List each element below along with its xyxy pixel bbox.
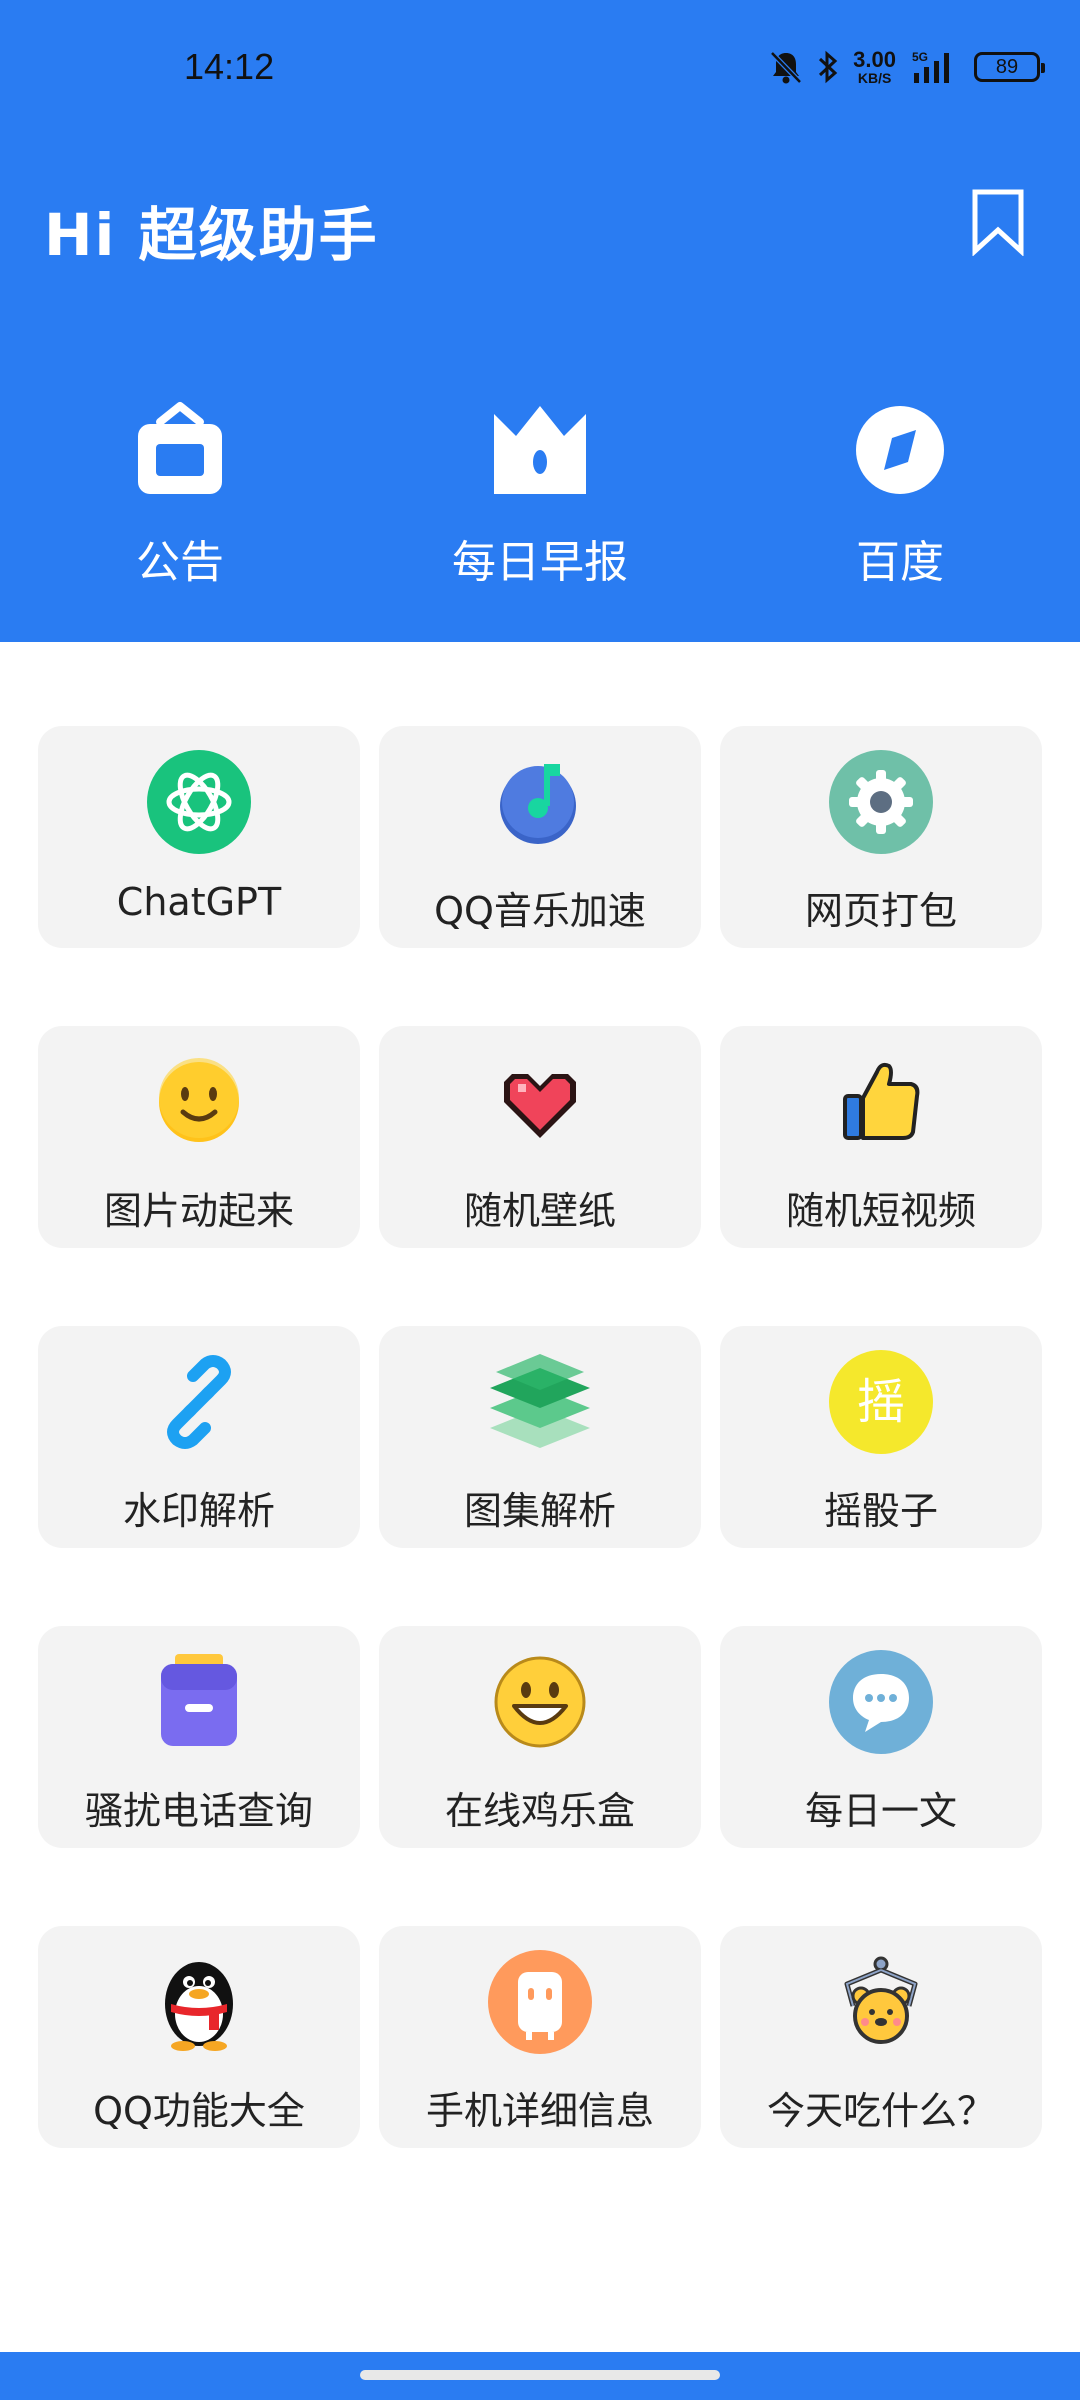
- tool-card-random-wallpaper[interactable]: 随机壁纸: [379, 1026, 701, 1248]
- tool-card-watermark[interactable]: 水印解析: [38, 1326, 360, 1548]
- chatgpt-icon: [147, 750, 251, 854]
- bookmark-icon[interactable]: [970, 188, 1026, 256]
- top-action-baidu[interactable]: 百度: [770, 400, 1030, 600]
- status-time: 14:12: [184, 46, 275, 87]
- shake-icon: 摇: [829, 1350, 933, 1454]
- claw-machine-bear-icon: [844, 1956, 918, 2044]
- tool-card-spam-call[interactable]: 骚扰电话查询: [38, 1626, 360, 1848]
- status-icons: 3.00 KB/S 5G 89: [769, 44, 1045, 90]
- svg-text:5G: 5G: [912, 50, 928, 64]
- compass-icon: [856, 406, 944, 494]
- tool-label: 在线鸡乐盒: [444, 1789, 635, 1833]
- tool-label: ChatGPT: [116, 880, 282, 924]
- top-action-label: 百度: [856, 537, 944, 588]
- status-bar: 14:12 3.00 KB/S 5G 89: [0, 0, 1080, 140]
- tool-label: 手机详细信息: [425, 2089, 654, 2133]
- tool-label: QQ功能大全: [93, 2089, 305, 2133]
- network-speed: 3.00 KB/S: [853, 47, 896, 86]
- tool-card-random-video[interactable]: 随机短视频: [720, 1026, 1042, 1248]
- mute-bell-icon: [770, 51, 802, 84]
- chat-bubble-icon: [829, 1650, 933, 1754]
- tool-card-gallery[interactable]: 图集解析: [379, 1326, 701, 1548]
- top-action-label: 每日早报: [452, 537, 628, 588]
- tool-card-qq-features[interactable]: QQ功能大全: [38, 1926, 360, 2148]
- tool-card-qq-music[interactable]: QQ音乐加速: [379, 726, 701, 948]
- tool-label: 网页打包: [804, 889, 957, 933]
- home-indicator[interactable]: [360, 2370, 720, 2380]
- tool-label: 随机短视频: [785, 1189, 976, 1233]
- thumbs-up-icon: [843, 1062, 920, 1140]
- phone-info-icon: [488, 1950, 592, 2054]
- tool-label: QQ音乐加速: [434, 889, 646, 933]
- shake-icon-text: 摇: [857, 1374, 905, 1430]
- battery-indicator: 89: [974, 52, 1045, 82]
- announcement-icon: [138, 402, 222, 494]
- top-action-announcement[interactable]: 公告: [50, 400, 310, 600]
- tool-card-soundboard[interactable]: 在线鸡乐盒: [379, 1626, 701, 1848]
- tool-card-chatgpt[interactable]: ChatGPT: [38, 726, 360, 948]
- tool-card-phone-info[interactable]: 手机详细信息: [379, 1926, 701, 2148]
- speed-unit: KB/S: [857, 70, 892, 86]
- tool-card-web-package[interactable]: 网页打包: [720, 726, 1042, 948]
- penguin-icon: [165, 1962, 233, 2051]
- top-action-label: 公告: [136, 537, 224, 588]
- bluetooth-icon: [819, 50, 838, 84]
- tool-label: 水印解析: [122, 1489, 275, 1533]
- tool-label: 图集解析: [463, 1489, 616, 1533]
- tool-label: 每日一文: [804, 1789, 957, 1833]
- folder-icon: [161, 1654, 237, 1746]
- battery-level: 89: [995, 55, 1019, 78]
- heart-icon: [504, 1074, 576, 1138]
- crown-icon: [494, 406, 586, 494]
- layers-icon: [490, 1354, 590, 1448]
- top-action-daily-news[interactable]: 每日早报: [410, 400, 670, 600]
- tool-card-what-to-eat[interactable]: 今天吃什么？: [720, 1926, 1042, 2148]
- smiley-icon: [159, 1058, 239, 1142]
- tool-label: 今天吃什么？: [766, 2089, 995, 2133]
- tool-label: 图片动起来: [103, 1189, 294, 1233]
- app-title: Hi 超级助手: [44, 201, 379, 269]
- tool-card-animate-image[interactable]: 图片动起来: [38, 1026, 360, 1248]
- signal-5g-icon: 5G: [912, 50, 949, 83]
- tool-card-daily-article[interactable]: 每日一文: [720, 1626, 1042, 1848]
- tool-label: 骚扰电话查询: [84, 1789, 313, 1833]
- header: 14:12 3.00 KB/S 5G 89 Hi 超级助手 公告 每日早报 百度: [0, 0, 1080, 642]
- tool-label: 随机壁纸: [463, 1189, 616, 1233]
- navigation-bar: [0, 2352, 1080, 2400]
- link-icon: [167, 1355, 231, 1449]
- grinning-face-icon: [494, 1656, 586, 1748]
- music-note-icon: [500, 764, 576, 844]
- gear-icon: [829, 750, 933, 854]
- speed-value: 3.00: [853, 47, 896, 72]
- tool-label: 摇骰子: [823, 1489, 938, 1533]
- tool-card-dice[interactable]: 摇 摇骰子: [720, 1326, 1042, 1548]
